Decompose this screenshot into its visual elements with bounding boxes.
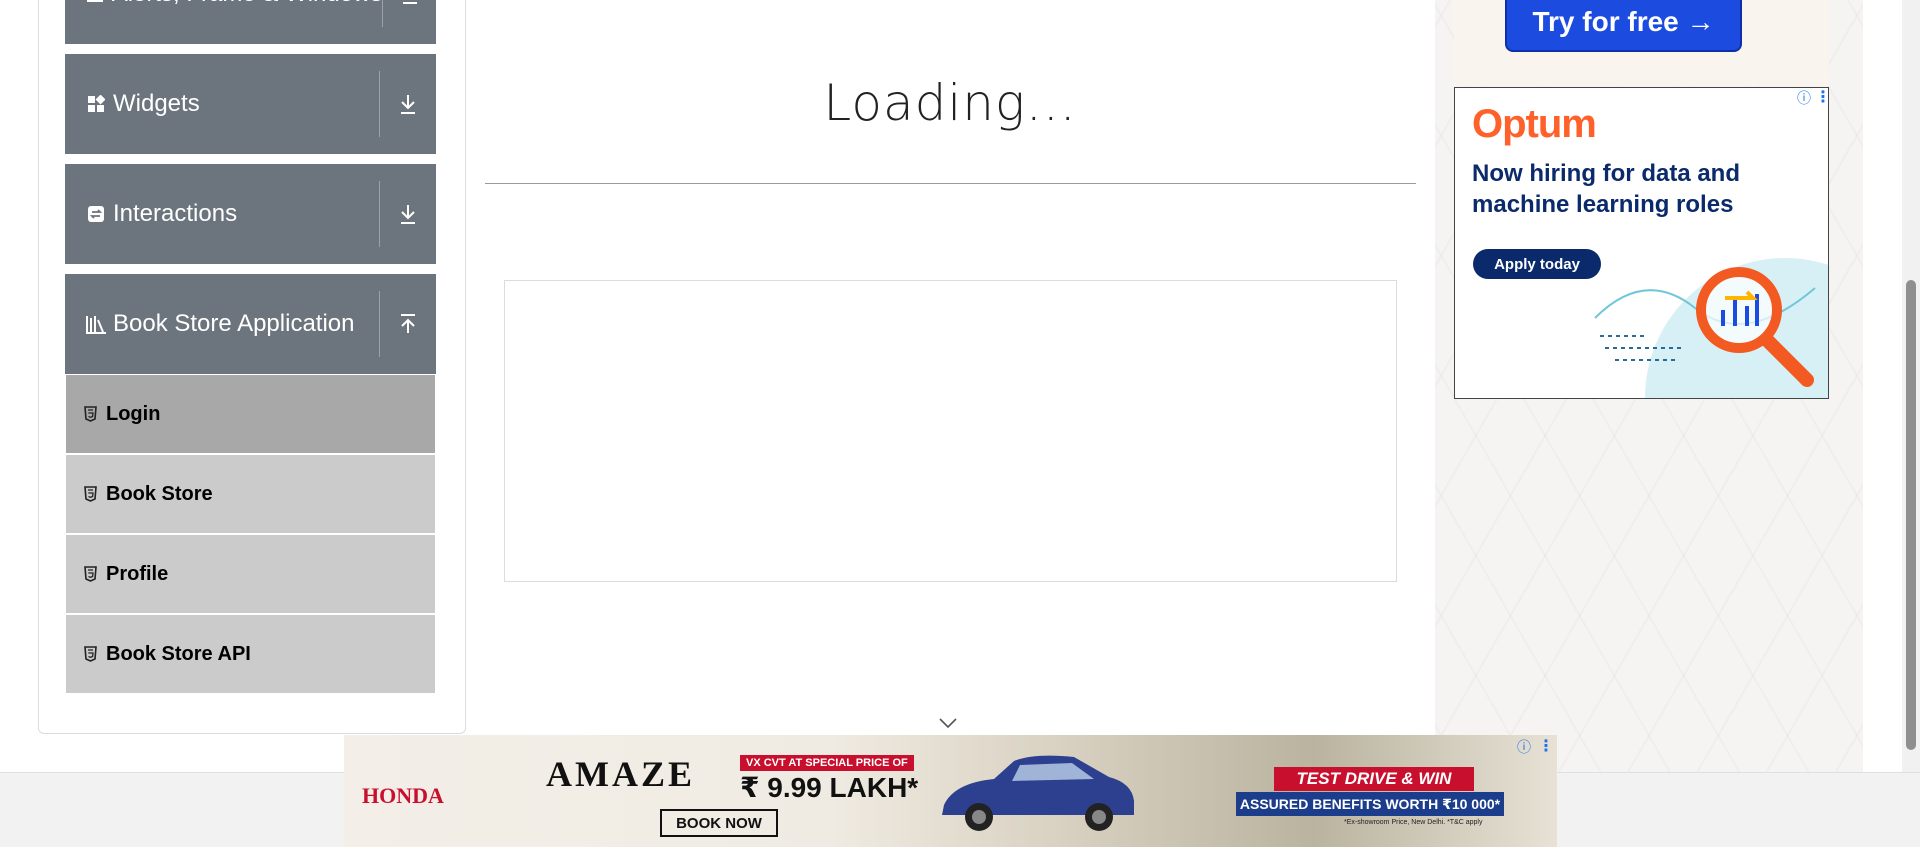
group-title: Interactions — [113, 200, 238, 227]
try-for-free-button[interactable]: Try for free → — [1505, 0, 1742, 52]
special-price-label: VX CVT AT SPECIAL PRICE OF — [740, 755, 914, 771]
sidebar-item-book-store-api[interactable]: Book Store API — [66, 615, 435, 693]
ad-info-icon[interactable]: ⓘ — [1797, 88, 1811, 108]
group-book-store-application[interactable]: Book Store Application — [65, 274, 436, 374]
group-title: Widgets — [113, 90, 200, 117]
expand-arrow-icon[interactable] — [383, 0, 436, 5]
test-drive-banner: TEST DRIVE & WIN — [1274, 767, 1474, 791]
ad-menu-icon[interactable]: ⋮ — [1538, 736, 1554, 756]
group-title: Alerts, Frame & Windows — [112, 0, 383, 8]
honda-ad[interactable]: HONDA AMAZE VX CVT AT SPECIAL PRICE OF ₹… — [344, 735, 1557, 847]
ad-headline: Now hiring for data and machine learning… — [1472, 160, 1740, 218]
sidebar-item-login[interactable]: Login — [66, 375, 435, 453]
loading-heading: Loading... — [823, 74, 1077, 132]
optum-logo: Optum — [1472, 102, 1597, 146]
html5-icon — [84, 406, 98, 422]
html5-icon — [84, 566, 98, 582]
chevron-down-icon[interactable] — [938, 716, 958, 730]
expand-arrow-icon[interactable] — [380, 203, 436, 225]
apply-today-button[interactable]: Apply today — [1473, 249, 1601, 279]
divider — [485, 183, 1416, 184]
book-now-button[interactable]: BOOK NOW — [660, 809, 778, 837]
sidebar-item-label: Book Store API — [106, 642, 251, 665]
ad-menu-icon[interactable]: ⋮ — [1815, 88, 1828, 107]
benefits-banner: ASSURED BENEFITS WORTH ₹10 000* — [1236, 792, 1504, 816]
collapse-arrow-icon[interactable] — [380, 313, 436, 335]
scrollbar-thumb[interactable] — [1906, 280, 1916, 750]
interactions-icon — [85, 203, 107, 225]
honda-logo: HONDA — [362, 783, 444, 808]
group-widgets[interactable]: Widgets — [65, 54, 436, 154]
sidebar-item-book-store[interactable]: Book Store — [66, 455, 435, 533]
optum-ad[interactable]: Optum Now hiring for data and machine le… — [1454, 87, 1829, 399]
sidebar-item-label: Login — [106, 402, 161, 425]
magnifier-illustration — [1594, 258, 1828, 398]
bookstore-icon — [85, 313, 107, 335]
car-model: AMAZE — [546, 754, 695, 794]
group-interactions[interactable]: Interactions — [65, 164, 436, 264]
group-title: Book Store Application — [113, 310, 355, 337]
widgets-icon — [85, 93, 107, 115]
expand-arrow-icon[interactable] — [380, 93, 436, 115]
fine-print: *Ex-showroom Price, New Delhi. *T&C appl… — [1344, 819, 1483, 826]
group-alerts-frame-windows[interactable]: Alerts, Frame & Windows — [65, 0, 436, 44]
ad-info-icon[interactable]: ⓘ — [1517, 737, 1531, 757]
html5-icon — [84, 646, 98, 662]
html5-icon — [84, 486, 98, 502]
car-price: ₹ 9.99 LAKH* — [740, 772, 919, 803]
sidebar-item-profile[interactable]: Profile — [66, 535, 435, 613]
alerts-icon — [85, 0, 106, 5]
sidebar-item-label: Profile — [106, 562, 169, 585]
login-form-placeholder — [504, 280, 1397, 582]
sidebar-item-label: Book Store — [106, 482, 213, 505]
car-illustration — [942, 755, 1134, 831]
